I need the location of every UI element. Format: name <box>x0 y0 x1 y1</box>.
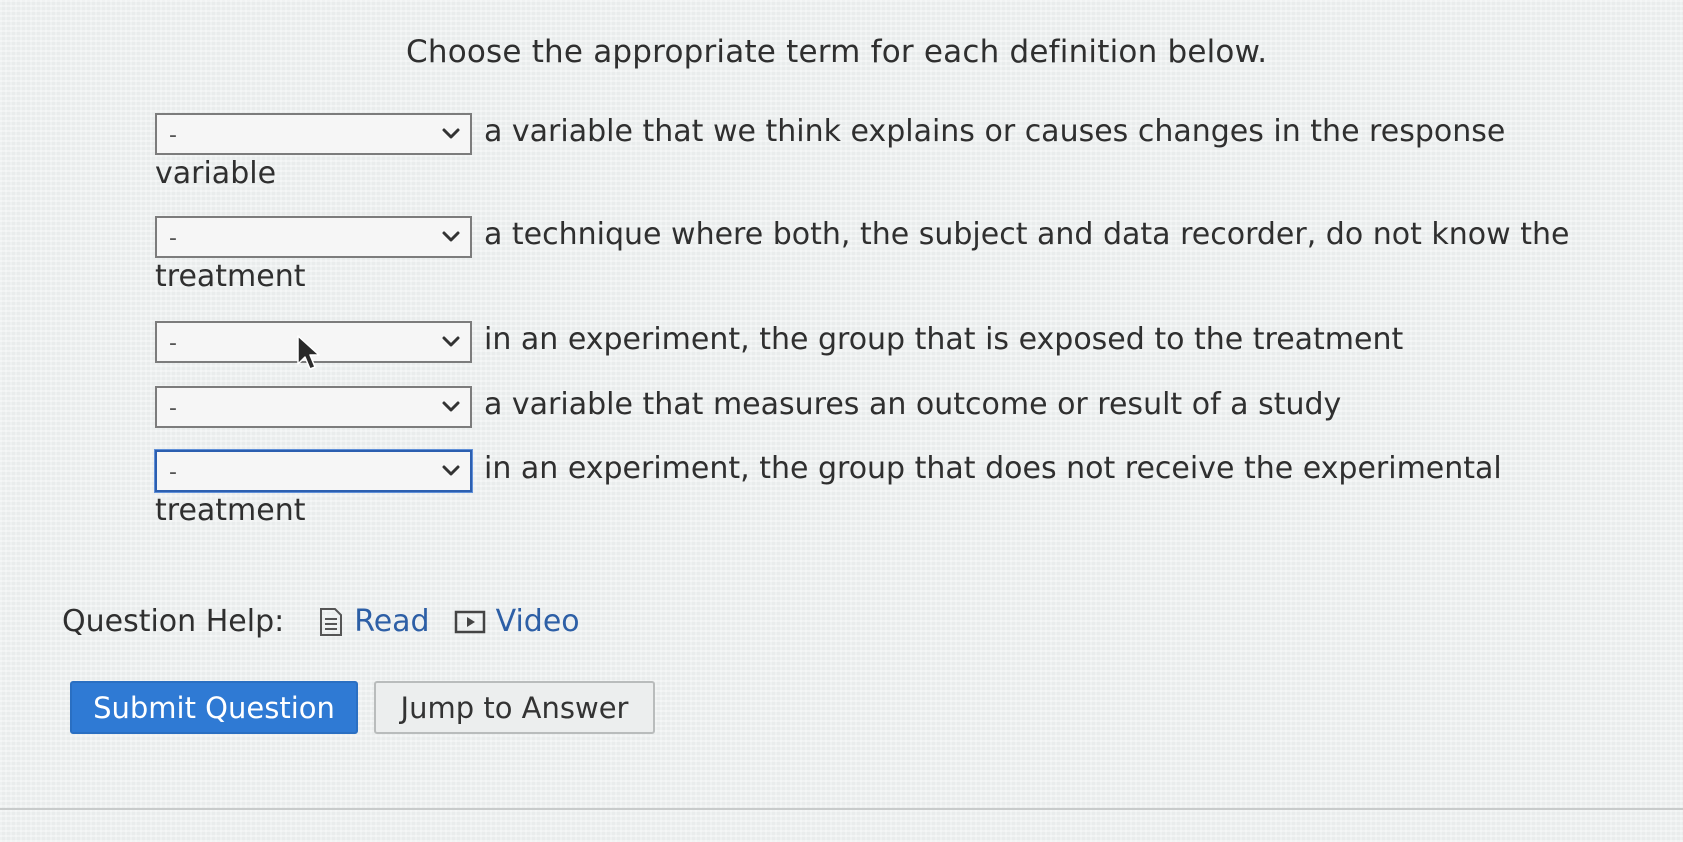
play-icon <box>454 610 485 633</box>
select-value: - <box>169 460 177 485</box>
chevron-down-icon <box>442 128 460 139</box>
chevron-down-icon <box>442 401 460 412</box>
term-select-4[interactable]: - <box>155 386 472 428</box>
definition-row-3: - in an experiment, the group that is ex… <box>155 321 1575 363</box>
submit-question-button[interactable]: Submit Question <box>70 681 358 734</box>
question-help: Question Help: Read Video <box>62 604 604 639</box>
chevron-down-icon <box>442 336 460 347</box>
question-prompt: Choose the appropriate term for each def… <box>406 34 1268 70</box>
read-link[interactable]: Read <box>318 604 430 639</box>
divider <box>0 808 1683 810</box>
video-link[interactable]: Video <box>454 604 580 639</box>
jump-to-answer-button[interactable]: Jump to Answer <box>374 681 655 734</box>
term-select-2[interactable]: - <box>155 216 472 258</box>
select-value: - <box>169 331 177 356</box>
read-link-label: Read <box>354 604 430 639</box>
question-help-label: Question Help: <box>62 604 285 639</box>
select-value: - <box>169 226 177 251</box>
document-icon <box>320 607 343 636</box>
term-select-5[interactable]: - <box>155 450 472 492</box>
select-value: - <box>169 123 177 148</box>
definition-text: in an experiment, the group that is expo… <box>484 322 1404 357</box>
definition-text: a variable that measures an outcome or r… <box>484 387 1342 422</box>
definition-row-2: - a technique where both, the subject an… <box>155 216 1575 296</box>
term-select-1[interactable]: - <box>155 113 472 155</box>
definition-row-4: - a variable that measures an outcome or… <box>155 386 1575 428</box>
definition-row-1: - a variable that we think explains or c… <box>155 113 1575 193</box>
mouse-pointer-icon <box>297 335 320 370</box>
chevron-down-icon <box>442 465 460 476</box>
definition-row-5: - in an experiment, the group that does … <box>155 450 1575 530</box>
video-link-label: Video <box>495 604 580 639</box>
select-value: - <box>169 396 177 421</box>
chevron-down-icon <box>442 231 460 242</box>
page: Choose the appropriate term for each def… <box>0 0 1683 842</box>
